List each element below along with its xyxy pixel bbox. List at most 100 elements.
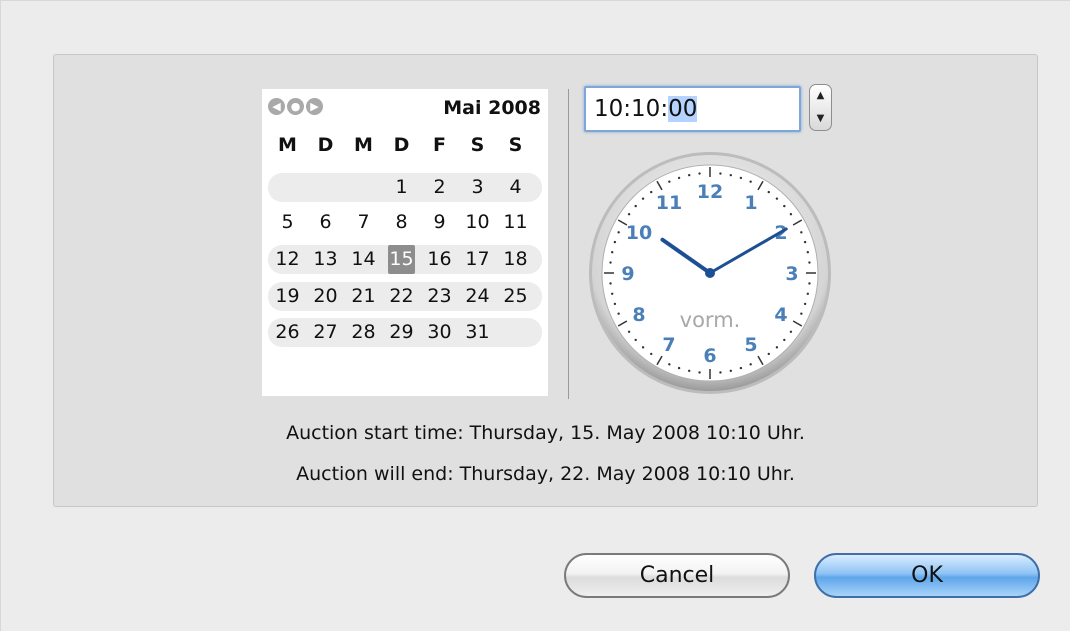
clock-minute-tick <box>800 231 803 234</box>
calendar-day[interactable]: 4 <box>502 173 529 202</box>
stepper-up-icon[interactable]: ▲ <box>810 85 831 107</box>
calendar-day[interactable]: 14 <box>350 245 377 274</box>
clock-minute-tick <box>609 261 612 264</box>
calendar-day[interactable]: 25 <box>502 282 529 311</box>
clock-minute-tick <box>783 204 786 208</box>
clock-number: 9 <box>621 263 634 285</box>
clock-number: 7 <box>662 334 675 356</box>
calendar-day[interactable]: 29 <box>388 318 415 347</box>
clock-center <box>705 268 715 278</box>
calendar-day[interactable]: 17 <box>464 245 491 274</box>
clock-minute-tick <box>668 363 671 366</box>
stepper-down-icon[interactable]: ▼ <box>810 108 831 130</box>
calendar-day[interactable]: 13 <box>312 245 339 274</box>
calendar-day[interactable]: 22 <box>388 282 415 311</box>
calendar-day[interactable]: 3 <box>464 173 491 202</box>
calendar-day[interactable]: 27 <box>312 318 339 347</box>
calendar-day[interactable]: 28 <box>350 318 377 347</box>
weekday-label: M <box>354 134 373 156</box>
next-month-icon[interactable]: ▶ <box>306 98 323 115</box>
calendar-day[interactable]: 5 <box>274 208 301 237</box>
clock-number: 1 <box>744 192 757 214</box>
clock-number: 4 <box>774 304 787 326</box>
calendar-day[interactable]: 10 <box>464 208 491 237</box>
time-minutes[interactable]: 10 <box>631 96 660 122</box>
auction-start-text: Auction start time: Thursday, 15. May 20… <box>286 422 805 444</box>
calendar-day[interactable]: 1 <box>388 173 415 202</box>
analog-clock[interactable]: 121234567891011 vorm. <box>588 151 832 395</box>
calendar-empty-day <box>312 173 339 202</box>
ok-button[interactable]: OK <box>814 553 1040 598</box>
clock-minute-tick <box>808 282 811 285</box>
clock-minute-tick <box>806 251 810 254</box>
calendar-day[interactable]: 7 <box>350 208 377 237</box>
time-stepper[interactable]: ▲ ▼ <box>809 84 832 131</box>
calendar-day[interactable]: 11 <box>502 208 529 237</box>
clock-minute-tick <box>634 204 637 208</box>
clock-minute-tick <box>688 369 691 373</box>
clock-number: 11 <box>656 192 682 214</box>
clock-minute-tick <box>808 261 811 264</box>
time-seconds[interactable]: 00 <box>668 96 698 122</box>
clock-minute-tick <box>617 312 620 315</box>
clock-number: 6 <box>703 345 716 367</box>
clock-minute-tick <box>719 172 722 175</box>
cancel-button[interactable]: Cancel <box>564 553 790 598</box>
clock-minute-tick <box>613 240 617 244</box>
calendar-day[interactable]: 12 <box>274 245 301 274</box>
calendar-day[interactable]: 31 <box>464 318 491 347</box>
previous-month-icon[interactable]: ◀ <box>268 98 285 115</box>
month-calendar[interactable]: ◀ ● ▶ Mai 2008 MDMDFSS 1 2 3 4 5 6 7 8 9 10 11 12 13… <box>262 89 548 396</box>
calendar-week-row: 12 13 14 15 16 17 18 <box>268 245 542 274</box>
clock-minute-tick <box>677 176 681 180</box>
clock-minute-tick <box>739 176 743 180</box>
clock-minute-tick <box>634 338 637 342</box>
clock-minute-tick <box>650 352 653 356</box>
calendar-week-row: 5 6 7 8 9 10 11 <box>268 208 542 237</box>
time-separator: : <box>660 96 669 122</box>
calendar-day[interactable]: 20 <box>312 282 339 311</box>
calendar-day[interactable]: 6 <box>312 208 339 237</box>
calendar-week-row: 26 27 28 29 30 31 <box>268 318 542 347</box>
calendar-day[interactable]: 16 <box>426 245 453 274</box>
clock-minute-tick <box>650 190 653 194</box>
calendar-month-title: Mai 2008 <box>443 97 541 119</box>
weekday-header: MDMDFSS <box>268 131 542 160</box>
clock-minute-tick <box>783 338 786 342</box>
clock-minute-tick <box>668 180 671 183</box>
clock-minute-tick <box>767 190 770 194</box>
clock-minute-tick <box>729 369 732 373</box>
clock-minute-tick <box>677 366 681 370</box>
clock-minute-tick <box>613 302 617 306</box>
clock-minute-tick <box>749 180 752 183</box>
weekday-label: S <box>508 134 523 156</box>
calendar-day[interactable]: 24 <box>464 282 491 311</box>
calendar-day[interactable]: 26 <box>274 318 301 347</box>
clock-minute-tick <box>698 172 701 175</box>
calendar-day[interactable]: 23 <box>426 282 453 311</box>
calendar-day[interactable]: 8 <box>388 208 415 237</box>
calendar-day[interactable]: 30 <box>426 318 453 347</box>
calendar-week-row: 1234 <box>268 173 542 202</box>
calendar-nav: ◀ ● ▶ <box>268 98 323 115</box>
clock-minute-tick <box>803 302 807 306</box>
clock-minute-tick <box>617 231 620 234</box>
weekday-label: D <box>393 134 410 156</box>
calendar-day[interactable]: 19 <box>274 282 301 311</box>
weekday-label: S <box>470 134 485 156</box>
calendar-week-row: 19 20 21 22 23 24 25 <box>268 282 542 311</box>
calendar-day[interactable]: 18 <box>502 245 529 274</box>
calendar-day[interactable]: 2 <box>426 173 453 202</box>
calendar-day[interactable]: 21 <box>350 282 377 311</box>
clock-minute-tick <box>610 292 614 295</box>
calendar-empty-day <box>274 173 301 202</box>
calendar-day[interactable]: 9 <box>426 208 453 237</box>
time-input[interactable]: 10:10:00 <box>584 86 801 132</box>
clock-number: 5 <box>744 334 757 356</box>
clock-period-label: vorm. <box>680 308 741 332</box>
today-icon[interactable]: ● <box>287 98 304 115</box>
clock-minute-tick <box>803 240 807 244</box>
calendar-day[interactable]: 15 <box>388 245 415 274</box>
calendar-empty-day <box>502 318 529 347</box>
time-hours[interactable]: 10 <box>594 96 623 122</box>
